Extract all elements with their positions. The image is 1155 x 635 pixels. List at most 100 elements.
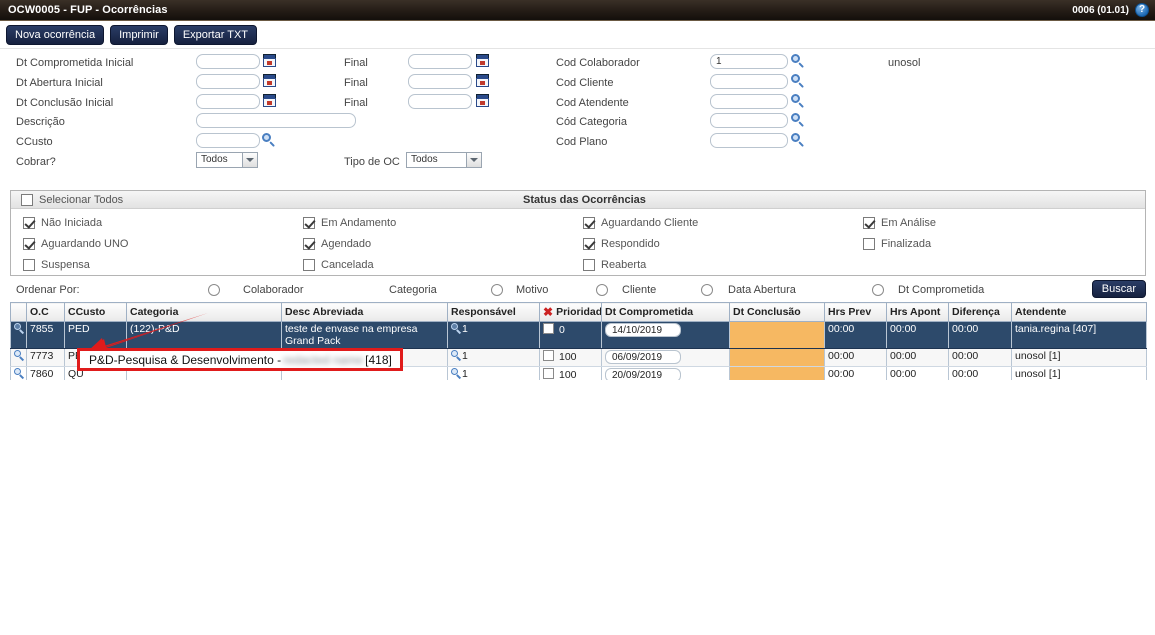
checkbox[interactable]: [863, 217, 875, 229]
cod-plano-input[interactable]: [710, 133, 788, 148]
checkbox[interactable]: [863, 238, 875, 250]
calendar-icon[interactable]: [476, 54, 489, 67]
status-label: Suspensa: [41, 259, 90, 271]
status-checkbox-respondido[interactable]: Respondido: [583, 238, 660, 250]
status-checkbox-nao-iniciada[interactable]: Não Iniciada: [23, 217, 102, 229]
search-icon[interactable]: [791, 74, 805, 88]
radio-cliente[interactable]: [701, 284, 713, 296]
tipo-oc-select[interactable]: Todos: [406, 152, 482, 168]
status-label: Finalizada: [881, 238, 931, 250]
cod-categoria-input[interactable]: [710, 113, 788, 128]
cobrar-select[interactable]: Todos: [196, 152, 258, 168]
cod-cliente-input[interactable]: [710, 74, 788, 89]
print-button[interactable]: Imprimir: [110, 25, 168, 45]
th-diferenca[interactable]: Diferença: [949, 303, 1012, 322]
search-icon[interactable]: [14, 368, 25, 379]
ccusto-input[interactable]: [196, 133, 260, 148]
status-checkbox-aguardando-cliente[interactable]: Aguardando Cliente: [583, 217, 698, 229]
status-checkbox-reaberta[interactable]: Reaberta: [583, 259, 646, 271]
dt-abertura-inicial-input[interactable]: [196, 74, 260, 89]
status-checkbox-agendado[interactable]: Agendado: [303, 238, 371, 250]
select-all-checkbox-row[interactable]: Selecionar Todos: [21, 194, 123, 206]
checkbox[interactable]: [303, 238, 315, 250]
search-icon[interactable]: [791, 133, 805, 147]
th-row-action[interactable]: [11, 303, 27, 322]
checkbox[interactable]: [583, 238, 595, 250]
calendar-icon[interactable]: [476, 74, 489, 87]
dt-conclusao-inicial-input[interactable]: [196, 94, 260, 109]
cell-prioridade[interactable]: 0: [540, 322, 602, 349]
search-icon[interactable]: [451, 350, 462, 361]
search-icon[interactable]: [451, 368, 462, 379]
calendar-icon[interactable]: [476, 94, 489, 107]
th-hrs-prev[interactable]: Hrs Prev: [825, 303, 887, 322]
export-txt-button[interactable]: Exportar TXT: [174, 25, 257, 45]
radio-categoria[interactable]: [491, 284, 503, 296]
priority-checkbox[interactable]: [543, 323, 554, 334]
th-prioridade[interactable]: ✖Prioridade: [540, 303, 602, 322]
new-occurrence-button[interactable]: Nova ocorrência: [6, 25, 104, 45]
cell-dt-comprometida[interactable]: 06/09/2019: [602, 349, 730, 367]
descricao-input[interactable]: [196, 113, 356, 128]
checkbox[interactable]: [23, 238, 35, 250]
dt-conclusao-final-input[interactable]: [408, 94, 472, 109]
checkbox[interactable]: [303, 259, 315, 271]
th-dt-comprometida[interactable]: Dt Comprometida: [602, 303, 730, 322]
dt-comprometida-value[interactable]: 14/10/2019: [605, 323, 681, 337]
calendar-icon[interactable]: [263, 74, 276, 87]
dt-comprometida-value[interactable]: 06/09/2019: [605, 350, 681, 364]
help-icon[interactable]: ?: [1135, 3, 1149, 17]
priority-checkbox[interactable]: [543, 350, 554, 361]
th-dt-conclusao[interactable]: Dt Conclusão: [730, 303, 825, 322]
search-button[interactable]: Buscar: [1092, 280, 1146, 298]
status-checkbox-suspensa[interactable]: Suspensa: [23, 259, 90, 271]
dt-comprometida-final-input[interactable]: [408, 54, 472, 69]
cell-hrs-apont: 00:00: [887, 349, 949, 367]
cell-diferenca: 00:00: [949, 349, 1012, 367]
checkbox[interactable]: [23, 217, 35, 229]
status-checkbox-cancelada[interactable]: Cancelada: [303, 259, 374, 271]
search-icon[interactable]: [791, 113, 805, 127]
calendar-icon[interactable]: [263, 94, 276, 107]
priority-checkbox[interactable]: [543, 368, 554, 379]
dt-comprometida-inicial-input[interactable]: [196, 54, 260, 69]
search-icon[interactable]: [14, 323, 25, 334]
label-descricao: Descrição: [16, 116, 65, 128]
radio-colaborador[interactable]: [208, 284, 220, 296]
cell-hrs-apont: 00:00: [887, 322, 949, 349]
search-icon[interactable]: [791, 54, 805, 68]
cod-colaborador-input[interactable]: [710, 54, 788, 69]
cod-atendente-input[interactable]: [710, 94, 788, 109]
checkbox[interactable]: [583, 259, 595, 271]
checkbox[interactable]: [303, 217, 315, 229]
search-icon[interactable]: [451, 323, 462, 334]
radio-data-abertura[interactable]: [872, 284, 884, 296]
radio-label-motivo: Motivo: [516, 284, 548, 296]
select-all-checkbox[interactable]: [21, 194, 33, 206]
title-bar-left: OCW0005 - FUP - Ocorrências: [0, 4, 168, 16]
search-icon[interactable]: [14, 350, 25, 361]
dt-abertura-final-input[interactable]: [408, 74, 472, 89]
th-atendente[interactable]: Atendente: [1012, 303, 1147, 322]
th-oc[interactable]: O.C: [27, 303, 65, 322]
radio-motivo[interactable]: [596, 284, 608, 296]
th-desc-abreviada[interactable]: Desc Abreviada: [282, 303, 448, 322]
status-checkbox-em-analise[interactable]: Em Análise: [863, 217, 936, 229]
cell-prioridade[interactable]: 100: [540, 349, 602, 367]
th-responsavel[interactable]: Responsável: [448, 303, 540, 322]
checkbox[interactable]: [583, 217, 595, 229]
cell-dt-comprometida[interactable]: 14/10/2019: [602, 322, 730, 349]
th-hrs-apont[interactable]: Hrs Apont: [887, 303, 949, 322]
status-checkbox-finalizada[interactable]: Finalizada: [863, 238, 931, 250]
cell-dt-conclusao[interactable]: [730, 349, 825, 367]
status-checkbox-em-andamento[interactable]: Em Andamento: [303, 217, 396, 229]
search-icon[interactable]: [262, 133, 276, 147]
search-icon[interactable]: [791, 94, 805, 108]
calendar-icon[interactable]: [263, 54, 276, 67]
cell-dt-conclusao[interactable]: [730, 322, 825, 349]
cell-atendente: tania.regina [407]: [1012, 322, 1147, 349]
checkbox[interactable]: [23, 259, 35, 271]
row-open-icon-cell[interactable]: [11, 349, 27, 367]
row-open-icon-cell[interactable]: [11, 322, 27, 349]
status-checkbox-aguardando-uno[interactable]: Aguardando UNO: [23, 238, 128, 250]
